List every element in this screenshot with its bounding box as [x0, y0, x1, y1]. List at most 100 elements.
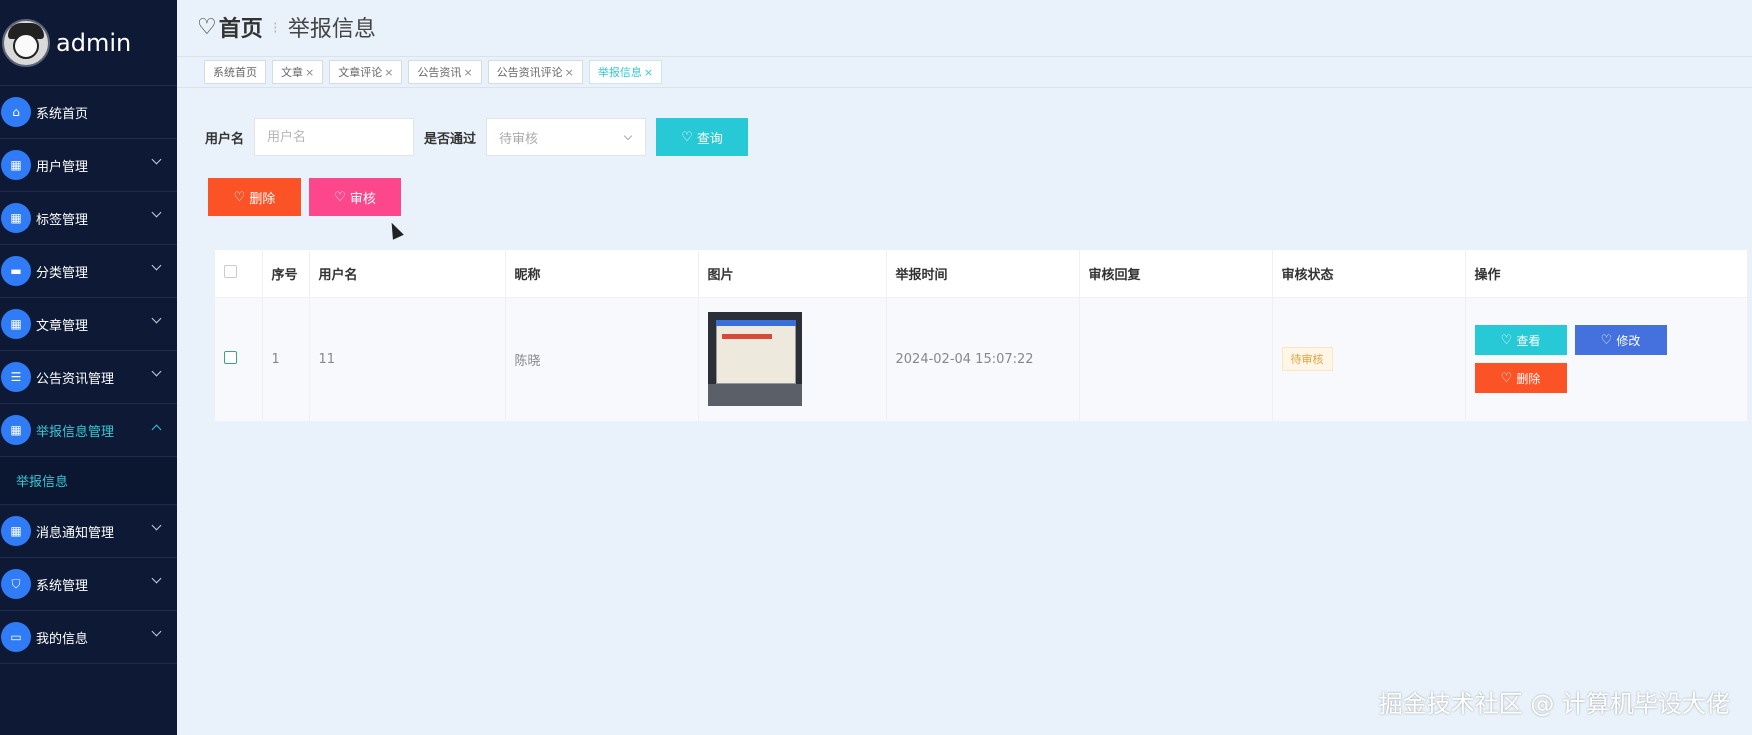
sidebar-item-users[interactable]: ▦ 用户管理: [0, 139, 177, 192]
sidebar-item-my-info[interactable]: ▭ 我的信息: [0, 611, 177, 664]
bulk-delete-label: 删除: [249, 191, 276, 207]
heart-icon: ♡: [1500, 332, 1513, 348]
chevron-down-icon: [151, 520, 162, 531]
tab-report-info[interactable]: 举报信息 ×: [588, 60, 663, 84]
grid-icon: ▦: [1, 150, 31, 180]
select-all-checkbox[interactable]: [224, 264, 237, 278]
col-header: 审核回复: [1079, 250, 1273, 298]
report-table: 序号 用户名 昵称 图片 举报时间 审核回复 审核状态 操作 1 11 陈晓 2…: [215, 250, 1748, 421]
tab-label: 文章: [281, 66, 303, 79]
submenu-item-report-info[interactable]: 举报信息: [0, 457, 177, 505]
tab-home[interactable]: 系统首页: [204, 60, 266, 84]
username-label: 用户名: [205, 131, 245, 147]
username: admin: [56, 28, 132, 57]
heart-icon: ♡: [1600, 332, 1613, 348]
sidebar-item-notifications[interactable]: ▦ 消息通知管理: [0, 505, 177, 558]
row-checkbox[interactable]: [224, 350, 237, 364]
sidebar-item-label: 消息通知管理: [36, 525, 115, 541]
tabs-bar: 系统首页 文章 × 文章评论 × 公告资讯 × 公告资讯评论 × 举报信息 ×: [177, 56, 1752, 88]
shield-icon: ⛉: [1, 569, 31, 599]
sidebar-item-reports[interactable]: ▦ 举报信息管理: [0, 404, 177, 457]
col-header: 审核状态: [1272, 250, 1466, 298]
heart-icon: ♡: [681, 129, 693, 145]
cell-nickname: 陈晓: [505, 297, 699, 421]
tab-announcement-comments[interactable]: 公告资讯评论 ×: [487, 60, 583, 84]
username-input[interactable]: [254, 118, 415, 156]
view-button[interactable]: ♡ 查看: [1474, 325, 1567, 356]
sidebar-item-tags[interactable]: ▦ 标签管理: [0, 192, 177, 245]
row-select-cell: [215, 297, 263, 421]
close-icon[interactable]: ×: [384, 66, 393, 79]
sidebar-item-label: 公告资讯管理: [36, 371, 115, 387]
sidebar-item-label: 标签管理: [36, 212, 89, 228]
col-header: 操作: [1465, 250, 1748, 298]
sidebar-item-label: 分类管理: [36, 265, 89, 281]
sidebar-item-categories[interactable]: ▬ 分类管理: [0, 245, 177, 298]
passed-select[interactable]: 待审核: [486, 118, 647, 156]
chevron-down-icon: [151, 313, 162, 324]
sidebar-brand: admin: [0, 0, 177, 86]
chevron-up-icon: [151, 424, 162, 435]
cell-audit-reply: [1079, 297, 1273, 421]
grid-icon: ▦: [1, 415, 31, 445]
bulk-audit-label: 审核: [349, 191, 376, 207]
tab-label: 文章评论: [338, 66, 383, 79]
sidebar-item-system[interactable]: ⛉ 系统管理: [0, 558, 177, 611]
sidebar-item-articles[interactable]: ▦ 文章管理: [0, 298, 177, 351]
grid-icon: ▦: [1, 309, 31, 339]
close-icon[interactable]: ×: [565, 66, 574, 79]
tab-announcements[interactable]: 公告资讯 ×: [408, 60, 482, 84]
breadcrumb: ♡ 首页 ⁝ 举报信息: [177, 0, 1752, 54]
sidebar-item-announcements[interactable]: ☰ 公告资讯管理: [0, 351, 177, 404]
tab-label: 公告资讯评论: [496, 66, 563, 79]
bulk-actions: ♡ 删除 ♡ 审核: [208, 178, 401, 216]
cell-ops: ♡ 查看 ♡ 修改 ♡ 删除: [1465, 297, 1748, 421]
edit-button[interactable]: ♡ 修改: [1574, 325, 1667, 356]
heart-icon: ♡: [334, 189, 346, 205]
card-icon: ▭: [1, 622, 31, 652]
query-button-label: 查询: [696, 131, 723, 147]
select-all-cell: [215, 250, 263, 298]
watermark: 掘金技术社区 @ 计算机毕设大佬: [1378, 690, 1730, 718]
chevron-down-icon: [623, 131, 633, 141]
tab-label: 公告资讯: [417, 66, 462, 79]
table-header-row: 序号 用户名 昵称 图片 举报时间 审核回复 审核状态 操作: [215, 250, 1748, 298]
row-delete-label: 删除: [1516, 371, 1541, 386]
col-header: 序号: [262, 250, 310, 298]
col-header: 昵称: [505, 250, 699, 298]
query-button[interactable]: ♡ 查询: [656, 118, 749, 156]
sidebar-item-label: 系统管理: [36, 578, 89, 594]
passed-select-value: 待审核: [499, 131, 539, 147]
sidebar-item-home[interactable]: ⌂ 系统首页: [0, 86, 177, 139]
cell-username: 11: [309, 297, 506, 421]
breadcrumb-home-label: 首页: [218, 17, 263, 42]
chevron-down-icon: [151, 626, 162, 637]
breadcrumb-home[interactable]: ♡ 首页: [197, 11, 263, 43]
tab-article-comments[interactable]: 文章评论 ×: [329, 60, 403, 84]
cell-image: [698, 297, 887, 421]
mouse-cursor-icon: [386, 220, 404, 240]
tab-label: 举报信息: [597, 66, 642, 79]
col-header: 图片: [698, 250, 887, 298]
search-form: 用户名 是否通过 待审核 ♡ 查询: [205, 118, 749, 156]
chevron-down-icon: [151, 573, 162, 584]
close-icon[interactable]: ×: [463, 66, 472, 79]
sidebar-item-label: 用户管理: [36, 159, 89, 175]
status-badge: 待审核: [1281, 347, 1333, 372]
bulk-audit-button[interactable]: ♡ 审核: [309, 178, 401, 216]
cell-index: 1: [262, 297, 310, 421]
sidebar-item-label: 举报信息管理: [36, 424, 115, 440]
row-delete-button[interactable]: ♡ 删除: [1474, 363, 1567, 394]
cell-audit-status: 待审核: [1272, 297, 1466, 421]
chevron-down-icon: [151, 366, 162, 377]
grid-icon: ▦: [1, 203, 31, 233]
close-icon[interactable]: ×: [305, 66, 314, 79]
avatar[interactable]: [2, 18, 50, 67]
passed-label: 是否通过: [424, 131, 477, 147]
tab-articles[interactable]: 文章 ×: [272, 60, 324, 84]
chevron-down-icon: [151, 207, 162, 218]
report-thumbnail[interactable]: [707, 312, 802, 407]
bulk-delete-button[interactable]: ♡ 删除: [208, 178, 301, 216]
heart-icon: ♡: [1500, 370, 1513, 386]
close-icon[interactable]: ×: [644, 66, 653, 79]
